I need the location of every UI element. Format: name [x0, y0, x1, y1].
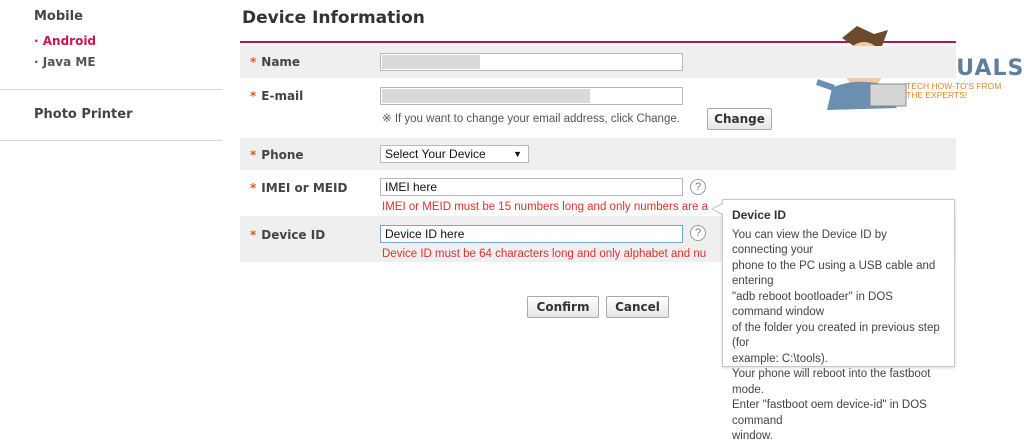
sidebar-heading-photo-printer[interactable]: Photo Printer: [34, 107, 132, 122]
cancel-button[interactable]: Cancel: [606, 296, 669, 318]
tooltip-line: Enter "fastboot oem device-id" in DOS co…: [732, 399, 927, 427]
field-label-imei: * IMEI or MEID: [250, 181, 347, 195]
form-row-phone-bg: [240, 138, 956, 170]
tooltip-pointer-inner: [713, 204, 723, 214]
email-change-hint: ※ If you want to change your email addre…: [382, 113, 680, 125]
label-text: Phone: [261, 148, 304, 162]
field-label-device-id: * Device ID: [250, 228, 325, 242]
device-id-input[interactable]: Device ID here: [380, 225, 683, 243]
tooltip-line: window.: [732, 430, 773, 442]
watermark-tagline-line: THE EXPERTS!: [906, 90, 968, 100]
tooltip-line: of the folder you created in previous st…: [732, 321, 940, 350]
label-text: IMEI or MEID: [261, 181, 348, 195]
device-id-help-icon[interactable]: ?: [690, 225, 706, 241]
tooltip-line: You can view the Device ID by connecting…: [732, 228, 887, 257]
required-mark: *: [250, 228, 257, 242]
field-label-phone: * Phone: [250, 148, 304, 162]
tooltip-line: phone to the PC using a USB cable and en…: [732, 259, 936, 288]
tooltip-line: example: C:\tools).: [732, 352, 828, 365]
tooltip-line: "adb reboot bootloader" in DOS command w…: [732, 290, 893, 319]
change-email-button[interactable]: Change: [707, 108, 772, 130]
dropdown-arrow-icon: ▼: [513, 149, 522, 159]
device-id-tooltip: Device ID You can view the Device ID by …: [722, 199, 955, 442]
sidebar-heading-mobile: Mobile: [34, 9, 83, 24]
redacted-name: [382, 55, 480, 69]
imei-input[interactable]: IMEI here: [380, 178, 683, 196]
sidebar-item-android[interactable]: · Android: [34, 34, 96, 48]
required-mark: *: [250, 148, 257, 162]
tooltip-title: Device ID: [732, 208, 787, 222]
required-mark: *: [250, 89, 257, 103]
field-label-name: * Name: [250, 55, 300, 69]
label-text: Device ID: [261, 228, 326, 242]
page-title: Device Information: [242, 8, 425, 28]
sidebar-divider: [0, 140, 222, 141]
imei-help-icon[interactable]: ?: [690, 179, 706, 195]
required-mark: *: [250, 181, 257, 195]
watermark-tagline: TECH HOW-TO'S FROM THE EXPERTS!: [906, 82, 1001, 100]
label-text: E-mail: [261, 89, 304, 103]
label-text: Name: [261, 55, 301, 69]
field-label-email: * E-mail: [250, 89, 303, 103]
phone-select[interactable]: Select Your Device ▼: [380, 145, 529, 163]
sidebar-item-java-me[interactable]: · Java ME: [34, 55, 96, 69]
phone-select-value: Select Your Device: [385, 147, 486, 161]
sidebar-divider: [0, 89, 222, 90]
redacted-email: [382, 89, 590, 103]
device-id-error: Device ID must be 64 characters long and…: [382, 248, 707, 260]
imei-error: IMEI or MEID must be 15 numbers long and…: [382, 201, 708, 213]
required-mark: *: [250, 55, 257, 69]
confirm-button[interactable]: Confirm: [527, 296, 599, 318]
